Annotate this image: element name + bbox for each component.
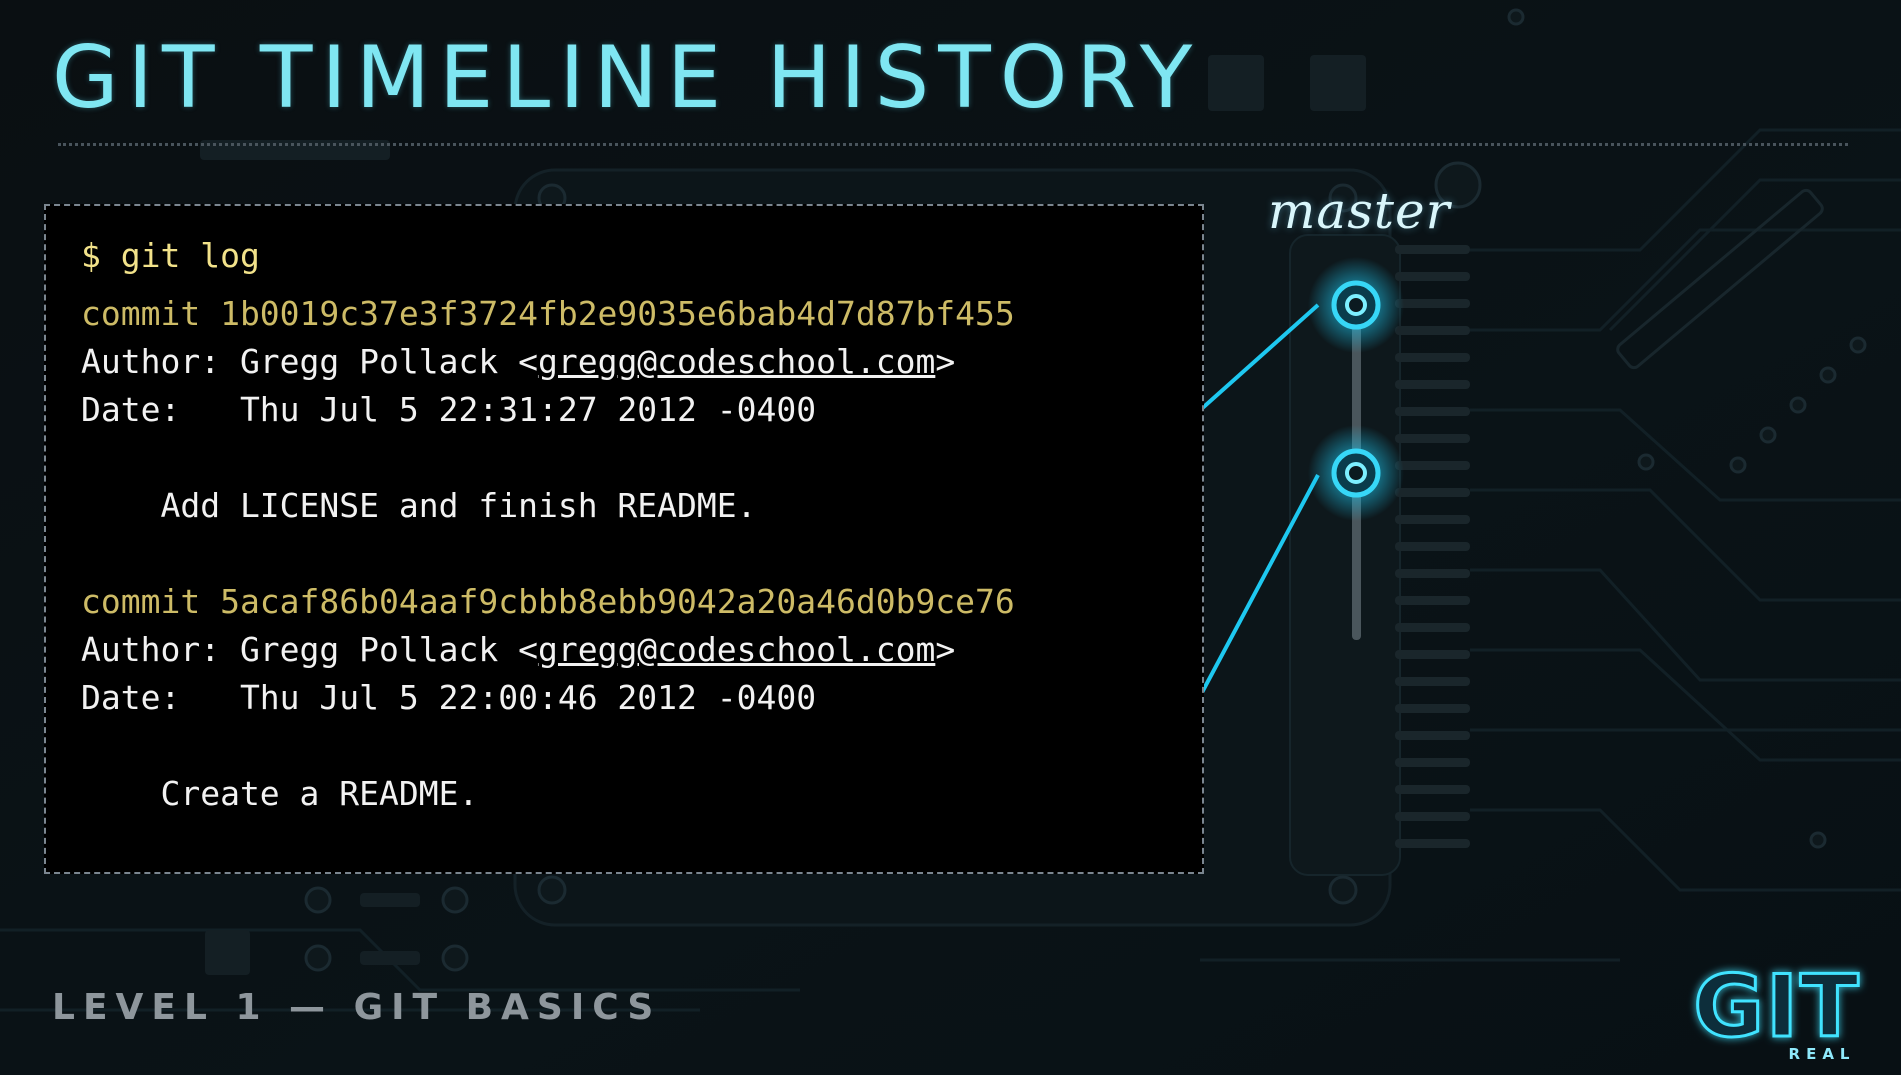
commit-node-1 <box>1308 257 1404 353</box>
master-branch-label: master <box>1268 182 1451 240</box>
commit-2-author: Author: Gregg Pollack <gregg@codeschool.… <box>81 630 955 670</box>
git-log-terminal: $ git log commit 1b0019c37e3f3724fb2e903… <box>44 204 1204 874</box>
logo-real-text: REAL <box>1789 1045 1856 1063</box>
commit-2-author-suffix: > <box>935 630 956 669</box>
commit-2-date: Date: Thu Jul 5 22:00:46 2012 -0400 <box>81 678 817 717</box>
terminal-prompt: $ git log <box>81 236 260 275</box>
commit-node-2 <box>1308 425 1404 521</box>
commit-1-author-prefix: Author: Gregg Pollack < <box>81 342 538 381</box>
git-real-logo: GIT REAL <box>1692 958 1860 1063</box>
commit-1-author-email[interactable]: gregg@codeschool.com <box>538 342 935 381</box>
logo-git-text: GIT <box>1693 958 1860 1057</box>
commit-1-author-suffix: > <box>935 342 956 381</box>
slide-title: GIT TIMELINE HISTORY <box>52 28 1202 128</box>
commit-1-hash: commit 1b0019c37e3f3724fb2e9035e6bab4d7d… <box>81 294 1015 333</box>
commit-1-message: Add LICENSE and finish README. <box>81 486 757 525</box>
commit-2-author-email[interactable]: gregg@codeschool.com <box>538 630 935 669</box>
commit-2-hash: commit 5acaf86b04aaf9cbbb8ebb9042a20a46d… <box>81 582 1015 621</box>
title-divider <box>58 143 1848 146</box>
commit-2-message: Create a README. <box>81 774 479 813</box>
level-footer: LEVEL 1 — GIT BASICS <box>52 987 662 1028</box>
commit-1-author: Author: Gregg Pollack <gregg@codeschool.… <box>81 342 955 382</box>
commit-2-author-prefix: Author: Gregg Pollack < <box>81 630 538 669</box>
commit-1-date: Date: Thu Jul 5 22:31:27 2012 -0400 <box>81 390 817 429</box>
